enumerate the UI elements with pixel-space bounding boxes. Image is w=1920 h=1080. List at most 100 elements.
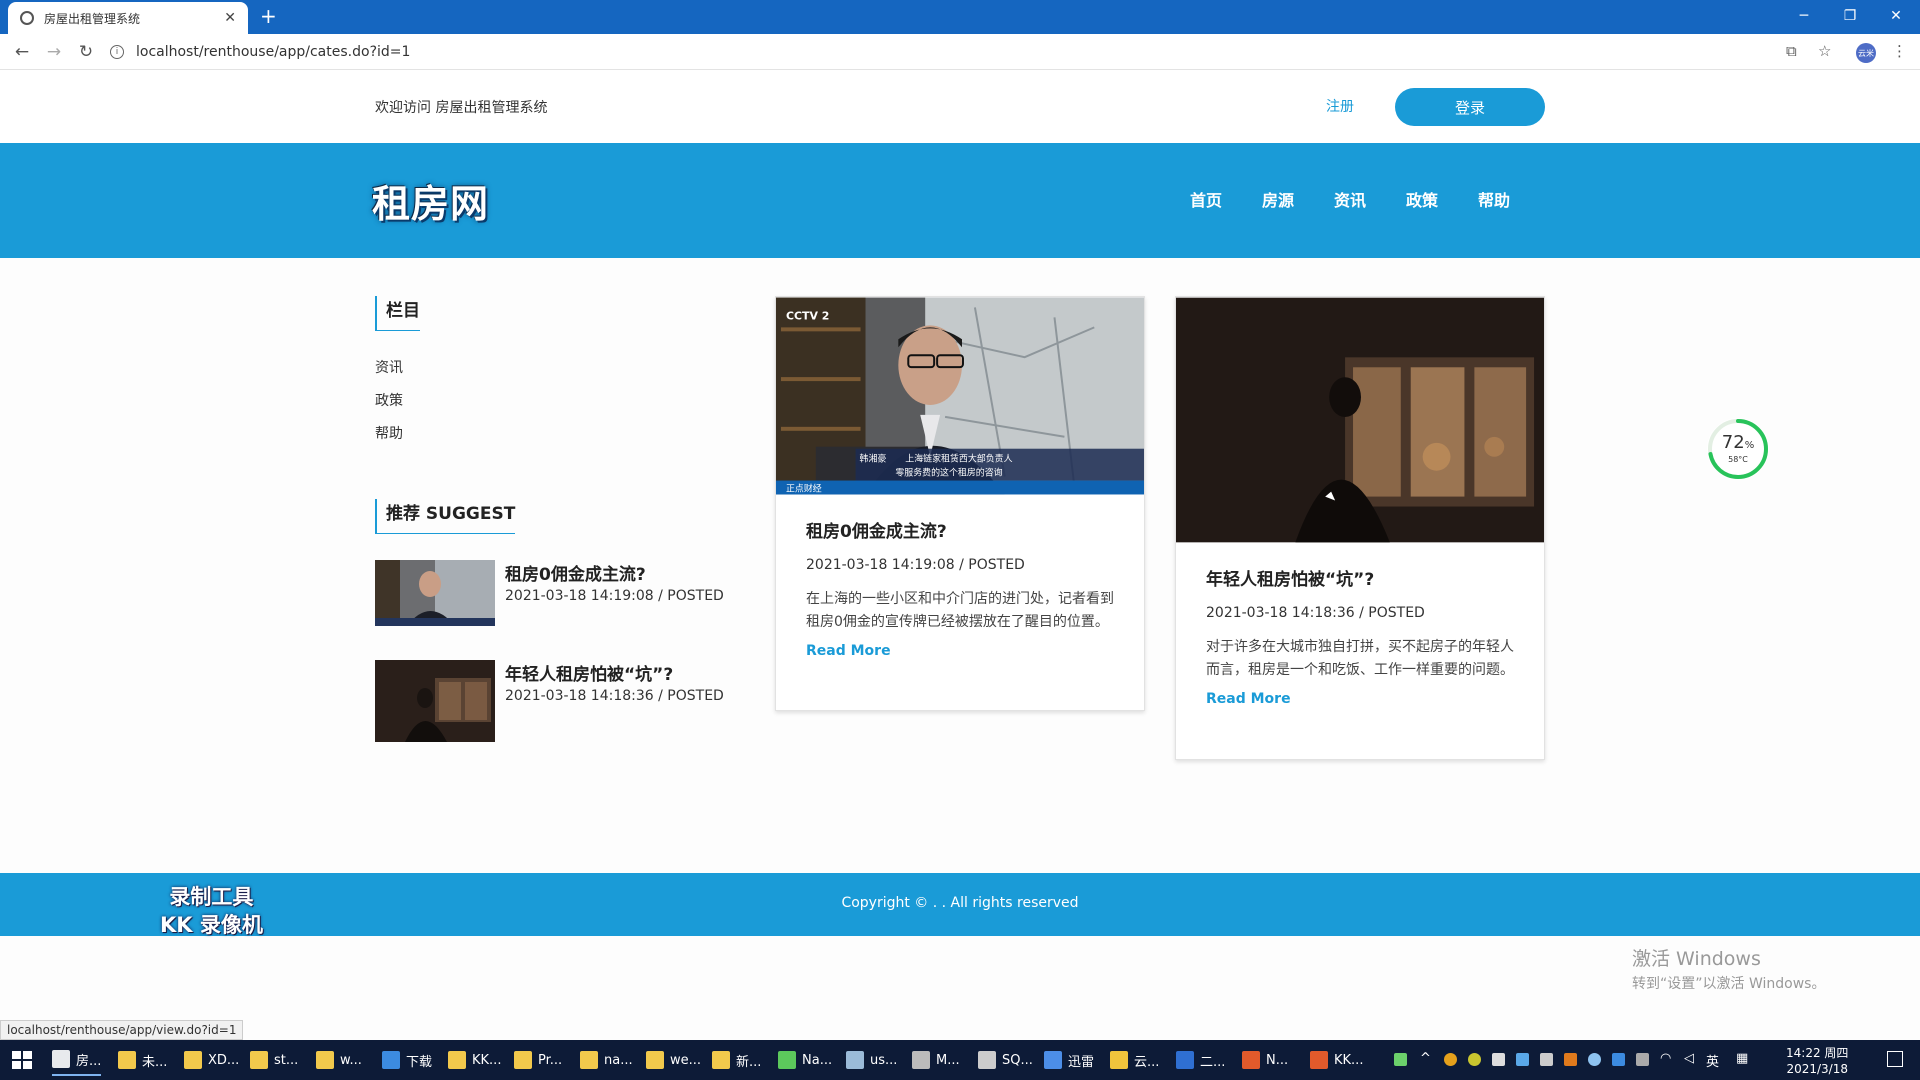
taskbar-app-button[interactable]: we... <box>646 1044 701 1076</box>
battery-icon[interactable] <box>1394 1053 1407 1066</box>
news-card-title[interactable]: 租房0佣金成主流? <box>806 517 1114 542</box>
news-card[interactable]: 年轻人租房怕被“坑”? 2021-03-18 14:18:36 / POSTED… <box>1175 296 1545 760</box>
close-window-button[interactable]: ✕ <box>1874 2 1918 30</box>
windows-start-icon[interactable] <box>12 1051 32 1069</box>
clock-time: 14:22 周四 <box>1786 1046 1849 1060</box>
tray-app-icon[interactable] <box>1444 1053 1457 1066</box>
tray-app-icon[interactable] <box>1612 1053 1625 1066</box>
news-card[interactable]: CCTV 2 韩湘豪 上海链家租赁西大部负责人 零服务费的这个租房的咨询 正点财… <box>775 296 1145 711</box>
taskbar-clock[interactable]: 14:22 周四 2021/3/18 <box>1786 1045 1848 1077</box>
category-link-policy[interactable]: 政策 <box>375 390 403 410</box>
taskbar-app-button[interactable]: 房... <box>52 1044 102 1076</box>
site-footer: Copyright © . . All rights reserved 录制工具… <box>0 873 1920 937</box>
network-icon[interactable] <box>1636 1053 1649 1066</box>
suggest-item[interactable]: 年轻人租房怕被“坑”? 2021-03-18 14:18:36 / POSTED <box>375 660 735 742</box>
taskbar-app-button[interactable]: Pr... <box>514 1044 562 1076</box>
taskbar-app-button[interactable]: 下载 <box>382 1044 432 1076</box>
close-tab-icon[interactable]: ✕ <box>224 10 236 26</box>
copyright-text: Copyright © . . All rights reserved <box>841 895 1079 911</box>
taskbar-app-button[interactable]: XD... <box>184 1044 239 1076</box>
news-card-image[interactable] <box>1176 297 1544 543</box>
bookmark-star-icon[interactable]: ☆ <box>1818 42 1831 60</box>
keyboard-icon[interactable]: ▦ <box>1736 1051 1748 1066</box>
taskbar-app-button[interactable]: 二... <box>1176 1044 1225 1076</box>
nav-policy[interactable]: 政策 <box>1386 187 1458 211</box>
app-icon <box>1176 1051 1194 1069</box>
suggest-thumbnail[interactable] <box>375 660 495 742</box>
nav-news[interactable]: 资讯 <box>1314 187 1386 211</box>
suggest-thumbnail[interactable] <box>375 560 495 626</box>
taskbar-app-button[interactable]: 未... <box>118 1044 167 1076</box>
taskbar-app-button[interactable]: 云... <box>1110 1044 1159 1076</box>
tray-expand-icon[interactable]: ^ <box>1420 1051 1431 1066</box>
taskbar-app-button[interactable]: KK... <box>1310 1044 1363 1076</box>
taskbar-app-button[interactable]: 迅雷 <box>1044 1044 1094 1076</box>
reload-button[interactable]: ↻ <box>74 40 98 64</box>
restore-button[interactable]: ❐ <box>1828 2 1872 30</box>
taskbar-app-label: KK... <box>472 1052 502 1068</box>
site-logo[interactable]: 租房网 <box>372 173 489 228</box>
news-card-date: 2021-03-18 14:18:36 / POSTED <box>1206 605 1425 621</box>
taskbar-app-button[interactable]: w... <box>316 1044 362 1076</box>
app-icon <box>580 1051 598 1069</box>
app-icon <box>118 1051 136 1069</box>
activation-subtitle: 转到“设置”以激活 Windows。 <box>1632 976 1826 992</box>
welcome-text: 欢迎访问 房屋出租管理系统 <box>375 100 548 116</box>
app-icon <box>448 1051 466 1069</box>
taskbar-app-button[interactable]: KK... <box>448 1044 501 1076</box>
action-center-icon[interactable] <box>1887 1051 1903 1067</box>
clock-date: 2021/3/18 <box>1786 1062 1848 1076</box>
notification-bell-icon[interactable] <box>1492 1053 1505 1066</box>
forward-button[interactable]: → <box>42 40 66 64</box>
volume-icon[interactable]: ◁ <box>1684 1051 1694 1066</box>
tray-app-icon[interactable] <box>1468 1053 1481 1066</box>
url-input[interactable]: i localhost/renthouse/app/cates.do?id=1 <box>110 39 1770 65</box>
taskbar-app-label: we... <box>670 1052 702 1068</box>
top-info-bar: 欢迎访问 房屋出租管理系统 注册 登录 <box>0 70 1920 143</box>
suggest-item[interactable]: 租房0佣金成主流? 2021-03-18 14:19:08 / POSTED <box>375 560 735 640</box>
suggest-title[interactable]: 年轻人租房怕被“坑”? <box>505 660 673 685</box>
wifi-icon[interactable]: ◠ <box>1660 1051 1671 1066</box>
tray-app-icon[interactable] <box>1564 1053 1577 1066</box>
category-link-help[interactable]: 帮助 <box>375 423 403 443</box>
nav-listings[interactable]: 房源 <box>1242 187 1314 211</box>
browser-tab[interactable]: 房屋出租管理系统 ✕ <box>8 2 248 34</box>
site-info-icon[interactable]: i <box>110 45 124 59</box>
taskbar-app-button[interactable]: na... <box>580 1044 633 1076</box>
minimize-button[interactable]: ─ <box>1782 2 1826 30</box>
profile-avatar[interactable]: 云米 <box>1856 43 1876 63</box>
performance-gauge[interactable]: 72% 58°C <box>1707 418 1769 480</box>
suggest-title[interactable]: 租房0佣金成主流? <box>505 560 646 585</box>
taskbar-app-label: 未... <box>142 1054 168 1070</box>
tray-app-icon[interactable] <box>1588 1053 1601 1066</box>
read-more-link[interactable]: Read More <box>806 643 891 659</box>
taskbar-app-button[interactable]: st... <box>250 1044 298 1076</box>
windows-activation-watermark: 激活 Windows 转到“设置”以激活 Windows。 <box>1632 944 1825 993</box>
back-button[interactable]: ← <box>10 40 34 64</box>
translate-icon[interactable]: ⧉ <box>1786 42 1797 60</box>
taskbar-app-button[interactable]: M... <box>912 1044 960 1076</box>
taskbar-app-label: SQ... <box>1002 1052 1033 1068</box>
login-button[interactable]: 登录 <box>1395 88 1545 126</box>
taskbar-app-button[interactable]: us... <box>846 1044 897 1076</box>
register-link[interactable]: 注册 <box>1326 96 1354 116</box>
category-link-news[interactable]: 资讯 <box>375 357 403 377</box>
tray-app-icon[interactable] <box>1540 1053 1553 1066</box>
nav-help[interactable]: 帮助 <box>1458 187 1530 211</box>
new-tab-button[interactable]: + <box>260 4 277 28</box>
globe-icon <box>20 11 34 25</box>
tab-title: 房屋出租管理系统 <box>44 11 141 26</box>
nav-home[interactable]: 首页 <box>1170 187 1242 211</box>
taskbar-app-label: Na... <box>802 1052 833 1068</box>
taskbar-app-button[interactable]: SQ... <box>978 1044 1033 1076</box>
taskbar-app-button[interactable]: Na... <box>778 1044 832 1076</box>
taskbar-app-button[interactable]: N... <box>1242 1044 1288 1076</box>
tray-app-icon[interactable] <box>1516 1053 1529 1066</box>
read-more-link[interactable]: Read More <box>1206 691 1291 707</box>
menu-icon[interactable]: ⋮ <box>1892 42 1907 60</box>
news-card-title[interactable]: 年轻人租房怕被“坑”? <box>1206 565 1514 590</box>
ime-indicator[interactable]: 英 <box>1706 1051 1719 1070</box>
taskbar-app-label: 迅雷 <box>1068 1054 1095 1070</box>
news-card-image[interactable]: CCTV 2 韩湘豪 上海链家租赁西大部负责人 零服务费的这个租房的咨询 正点财… <box>776 297 1144 495</box>
taskbar-app-button[interactable]: 新... <box>712 1044 761 1076</box>
